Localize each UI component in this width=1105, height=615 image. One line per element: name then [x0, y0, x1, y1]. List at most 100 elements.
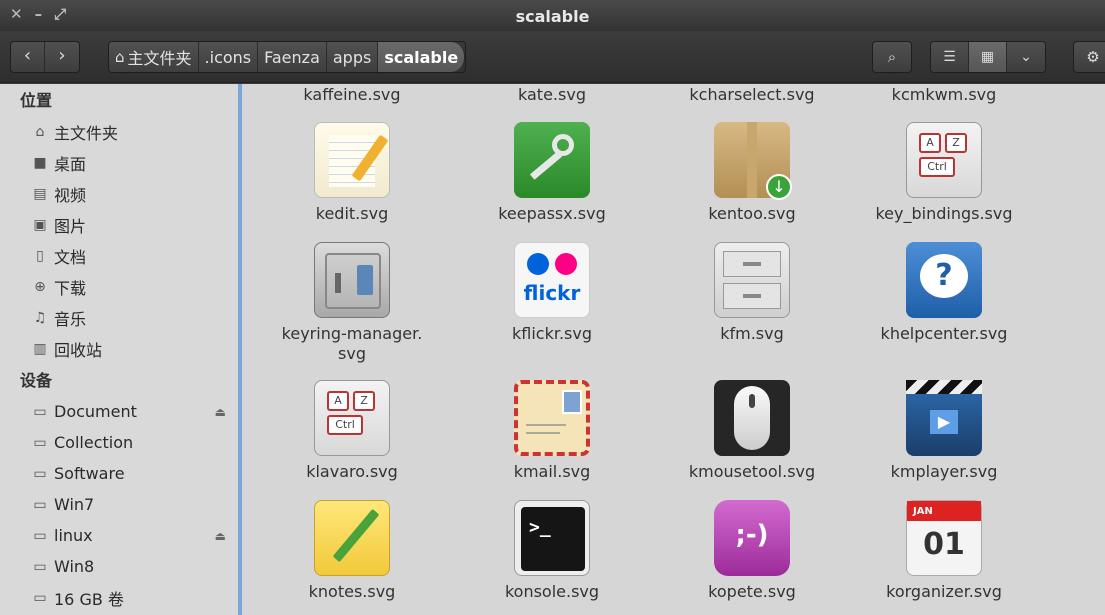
- file-item[interactable]: kfm.svg: [662, 242, 842, 344]
- file-item[interactable]: ▶ kmplayer.svg: [854, 380, 1034, 482]
- file-name: kedit.svg: [315, 204, 389, 223]
- sidebar-place-item-label: 下载: [54, 278, 87, 298]
- file-item[interactable]: JAN 01 korganizer.svg: [854, 500, 1034, 602]
- file-name: korganizer.svg: [886, 582, 1002, 601]
- breadcrumb-home[interactable]: ⌂ 主文件夹: [109, 42, 199, 72]
- download-icon: ⊕: [34, 278, 46, 295]
- sidebar-device-item-label: Software: [54, 464, 125, 483]
- eject-icon[interactable]: ⏏: [215, 529, 226, 543]
- mouse-icon: [714, 380, 790, 456]
- sidebar-device-item-label: Document: [54, 402, 137, 421]
- sidebar-device-item[interactable]: ▭ linux ⏏: [0, 520, 238, 551]
- places-header: 位置: [20, 91, 53, 110]
- drive-icon: ▭: [33, 403, 47, 420]
- sidebar-place-item[interactable]: ▯ 文档: [0, 240, 238, 271]
- file-name: kopete.svg: [708, 582, 796, 601]
- gear-icon: ⚙: [1086, 48, 1100, 66]
- sidebar-device-item[interactable]: ▭ Software: [0, 458, 238, 489]
- file-item[interactable]: kate.svg: [462, 85, 642, 105]
- file-item[interactable]: kcmkwm.svg: [854, 85, 1034, 105]
- file-name: kaffeine.svg: [303, 85, 401, 104]
- file-item[interactable]: keepassx.svg: [462, 122, 642, 224]
- file-item[interactable]: flickr kflickr.svg: [462, 242, 642, 344]
- breadcrumb-apps[interactable]: apps: [326, 42, 379, 72]
- file-name: kmail.svg: [513, 462, 591, 481]
- view-switcher: ☰ ▦ ⌄: [930, 41, 1046, 73]
- drive-icon: ▭: [33, 589, 47, 606]
- music-icon: ♫: [33, 309, 47, 326]
- sidebar-place-item-label: 桌面: [54, 154, 87, 174]
- file-name: keyring-manager. svg: [281, 324, 423, 363]
- search-button[interactable]: ⌕: [872, 41, 912, 73]
- package-box-icon: ↓: [714, 122, 792, 200]
- file-item[interactable]: knotes.svg: [262, 500, 442, 602]
- settings-button[interactable]: ⚙: [1073, 41, 1105, 73]
- file-item[interactable]: keyring-manager. svg: [262, 242, 442, 364]
- sidebar-place-item-label: 音乐: [54, 309, 87, 329]
- sidebar-device-item[interactable]: ▭ 16 GB 卷: [0, 582, 238, 613]
- trash-icon: ▥: [33, 340, 47, 357]
- list-view-button[interactable]: ☰: [931, 42, 969, 72]
- grid-view-button[interactable]: ▦: [969, 42, 1007, 72]
- toolbar: ‹ › ⌂ 主文件夹 .icons Faenza apps scalable ⌕…: [0, 31, 1105, 83]
- key-icon: [514, 122, 590, 198]
- drive-icon: ▭: [33, 558, 47, 575]
- sidebar-device-item[interactable]: ▭ Collection: [0, 427, 238, 458]
- sidebar-place-item[interactable]: ♫ 音乐: [0, 302, 238, 333]
- file-item[interactable]: A Z Ctrl key_bindings.svg: [854, 122, 1034, 224]
- file-item[interactable]: >_ konsole.svg: [462, 500, 642, 602]
- sticky-note-icon: [314, 500, 390, 576]
- sidebar-place-item-label: 图片: [54, 216, 87, 236]
- breadcrumb-faenza[interactable]: Faenza: [258, 42, 327, 72]
- view-menu-button[interactable]: ⌄: [1007, 42, 1045, 72]
- file-item[interactable]: kmousetool.svg: [662, 380, 842, 482]
- sidebar-device-item[interactable]: ▭ Win7: [0, 489, 238, 520]
- calendar-icon: JAN 01: [906, 500, 982, 576]
- breadcrumb-scalable[interactable]: scalable: [378, 42, 466, 72]
- document-icon: ▯: [36, 247, 44, 264]
- sidebar-place-item[interactable]: ⊕ 下载: [0, 271, 238, 302]
- file-item[interactable]: ↓ kentoo.svg: [662, 122, 842, 224]
- file-item[interactable]: A Z Ctrl klavaro.svg: [262, 380, 442, 482]
- sidebar-place-item[interactable]: ▥ 回收站: [0, 333, 238, 364]
- file-item[interactable]: kedit.svg: [262, 122, 442, 224]
- sidebar-place-item[interactable]: ▣ 图片: [0, 209, 238, 240]
- file-cabinet-icon: [714, 242, 790, 318]
- sidebar-place-item[interactable]: ⌂ 主文件夹: [0, 116, 238, 147]
- file-name: key_bindings.svg: [875, 204, 1013, 223]
- sidebar-place-item-label: 视频: [54, 185, 87, 205]
- home-icon: ⌂: [35, 123, 45, 140]
- back-button[interactable]: ‹: [11, 42, 45, 72]
- drive-icon: ▭: [33, 527, 47, 544]
- sidebar: 位置 ⌂ 主文件夹 ■ 桌面 ▤ 视频 ▣ 图片 ▯ 文档 ⊕ 下载 ♫ 音乐 ▥ 回收站 设备 ▭ Docum…: [0, 84, 242, 615]
- help-icon: ?: [906, 242, 982, 318]
- sidebar-device-item[interactable]: ▭ Document ⏏: [0, 396, 238, 427]
- file-item[interactable]: kaffeine.svg: [262, 85, 442, 105]
- drive-icon: ▭: [33, 434, 47, 451]
- sidebar-device-item[interactable]: ▭ Win8: [0, 551, 238, 582]
- keyboard-keys-icon: A Z Ctrl: [906, 122, 982, 198]
- devices-list: ▭ Document ⏏ ▭ Collection ▭ Software ▭ Win7 ▭ linu…: [0, 396, 238, 613]
- eject-icon[interactable]: ⏏: [215, 405, 226, 419]
- sidebar-place-item[interactable]: ■ 桌面: [0, 147, 238, 178]
- notepad-pencil-icon: [314, 122, 390, 198]
- file-name: kentoo.svg: [708, 204, 796, 223]
- file-item[interactable]: ;-) kopete.svg: [662, 500, 842, 602]
- breadcrumb-icons[interactable]: .icons: [198, 42, 259, 72]
- file-item[interactable]: kmail.svg: [462, 380, 642, 482]
- desktop-icon: ■: [33, 154, 47, 171]
- nav-buttons: ‹ ›: [10, 41, 80, 73]
- file-name: knotes.svg: [308, 582, 396, 601]
- home-icon: ⌂: [115, 48, 125, 66]
- sidebar-device-item-label: Collection: [54, 433, 134, 452]
- breadcrumb: ⌂ 主文件夹 .icons Faenza apps scalable: [108, 41, 467, 73]
- sidebar-place-item[interactable]: ▤ 视频: [0, 178, 238, 209]
- file-name: konsole.svg: [504, 582, 600, 601]
- clapperboard-icon: ▶: [906, 380, 982, 456]
- envelope-icon: [514, 380, 590, 456]
- file-item[interactable]: ? khelpcenter.svg: [854, 242, 1034, 344]
- flickr-icon: flickr: [514, 242, 590, 318]
- drive-icon: ▭: [33, 465, 47, 482]
- file-item[interactable]: kcharselect.svg: [662, 85, 842, 105]
- forward-button[interactable]: ›: [45, 42, 79, 72]
